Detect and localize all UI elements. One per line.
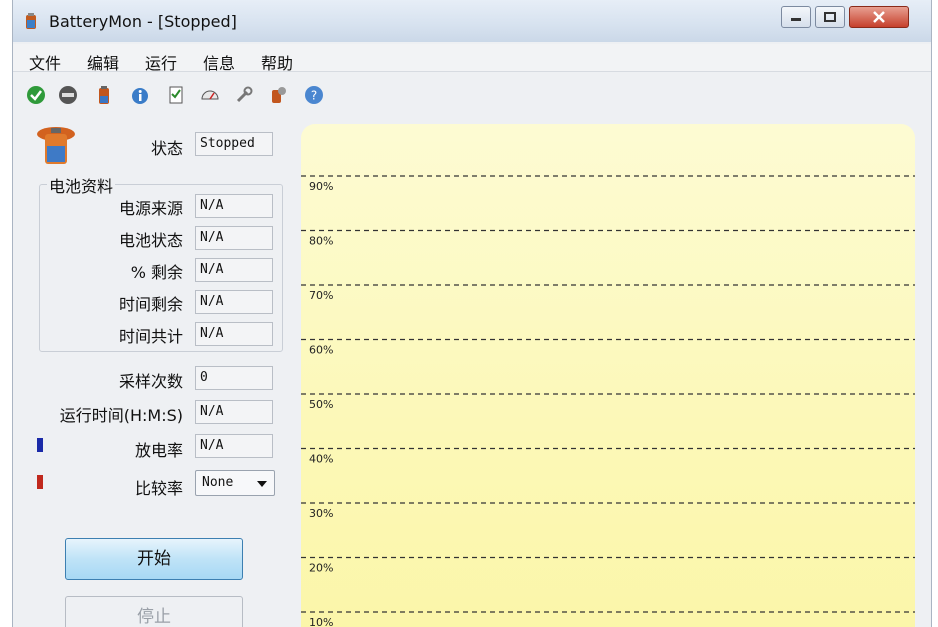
maximize-icon bbox=[824, 12, 836, 22]
battery-info-title: 电池资料 bbox=[47, 173, 116, 197]
help-icon[interactable]: ? bbox=[303, 84, 325, 106]
menu-file[interactable]: 文件 bbox=[29, 50, 61, 74]
discharge-rate-field: N/A bbox=[195, 434, 273, 458]
app-window: BatteryMon - [Stopped] 文件 编辑 运行 信息 帮助 ? … bbox=[12, 0, 932, 627]
compare-rate-select[interactable]: None bbox=[195, 470, 275, 496]
status-field: Stopped bbox=[195, 132, 273, 156]
y-tick-label: 80% bbox=[309, 235, 333, 248]
compare-legend-swatch bbox=[37, 475, 43, 489]
stop-icon[interactable] bbox=[57, 84, 79, 106]
power-source-label: 电源来源 bbox=[118, 199, 183, 218]
battery-logo-icon bbox=[37, 127, 75, 164]
discharge-rate-label: 放电率 bbox=[134, 441, 183, 460]
minimize-icon bbox=[791, 18, 801, 21]
chart-svg: 90% 80% 70% 60% 50% 40% 30% 20% 10% bbox=[301, 175, 915, 627]
wrench-icon[interactable] bbox=[233, 84, 255, 106]
runtime-label: 运行时间(H:M:S) bbox=[59, 406, 183, 425]
sample-count-field: 0 bbox=[195, 366, 273, 390]
y-tick-label: 20% bbox=[309, 562, 333, 575]
discharge-legend-swatch bbox=[37, 438, 43, 452]
time-remaining-label: 时间剩余 bbox=[118, 295, 183, 314]
time-total-label: 时间共计 bbox=[118, 327, 183, 346]
menu-info[interactable]: 信息 bbox=[203, 50, 235, 74]
minimize-button[interactable] bbox=[781, 6, 811, 28]
gauge-icon[interactable] bbox=[199, 84, 221, 106]
title-bar[interactable]: BatteryMon - [Stopped] bbox=[13, 0, 931, 42]
start-button[interactable]: 开始 bbox=[65, 538, 243, 580]
y-tick-label: 30% bbox=[309, 507, 333, 520]
menu-edit[interactable]: 编辑 bbox=[87, 50, 119, 74]
y-tick-label: 70% bbox=[309, 289, 333, 302]
y-tick-label: 40% bbox=[309, 453, 333, 466]
y-tick-label: 50% bbox=[309, 398, 333, 411]
battery-chart: 90% 80% 70% 60% 50% 40% 30% 20% 10% bbox=[301, 124, 915, 627]
chevron-down-icon bbox=[257, 481, 267, 487]
close-button[interactable] bbox=[849, 6, 909, 28]
info-icon[interactable] bbox=[129, 84, 151, 106]
close-icon bbox=[873, 11, 885, 23]
y-tick-label: 60% bbox=[309, 344, 333, 357]
start-icon[interactable] bbox=[25, 84, 47, 106]
battery-icon[interactable] bbox=[93, 84, 115, 106]
menu-run[interactable]: 运行 bbox=[145, 50, 177, 74]
battery-status-field: N/A bbox=[195, 226, 273, 250]
percent-remaining-field: N/A bbox=[195, 258, 273, 282]
power-source-field: N/A bbox=[195, 194, 273, 218]
compare-rate-label: 比较率 bbox=[134, 479, 183, 498]
time-remaining-field: N/A bbox=[195, 290, 273, 314]
stop-button[interactable]: 停止 bbox=[65, 596, 243, 627]
svg-text:?: ? bbox=[311, 89, 317, 103]
percent-remaining-label: % 剩余 bbox=[130, 263, 183, 282]
y-tick-label: 90% bbox=[309, 180, 333, 193]
report-icon[interactable] bbox=[165, 84, 187, 106]
menu-bar: 文件 编辑 运行 信息 帮助 bbox=[13, 44, 931, 74]
battery-status-label: 电池状态 bbox=[118, 231, 183, 250]
compare-rate-value: None bbox=[202, 475, 234, 490]
battery-app-icon bbox=[26, 13, 36, 29]
toolbar: ? bbox=[13, 74, 931, 114]
maximize-button[interactable] bbox=[815, 6, 845, 28]
y-tick-label: 10% bbox=[309, 616, 333, 627]
sample-count-label: 采样次数 bbox=[118, 372, 183, 391]
time-total-field: N/A bbox=[195, 322, 273, 346]
window-title: BatteryMon - [Stopped] bbox=[49, 12, 237, 31]
menu-help[interactable]: 帮助 bbox=[261, 50, 293, 74]
status-label: 状态 bbox=[150, 139, 183, 158]
runtime-field: N/A bbox=[195, 400, 273, 424]
settings-icon[interactable] bbox=[267, 84, 289, 106]
